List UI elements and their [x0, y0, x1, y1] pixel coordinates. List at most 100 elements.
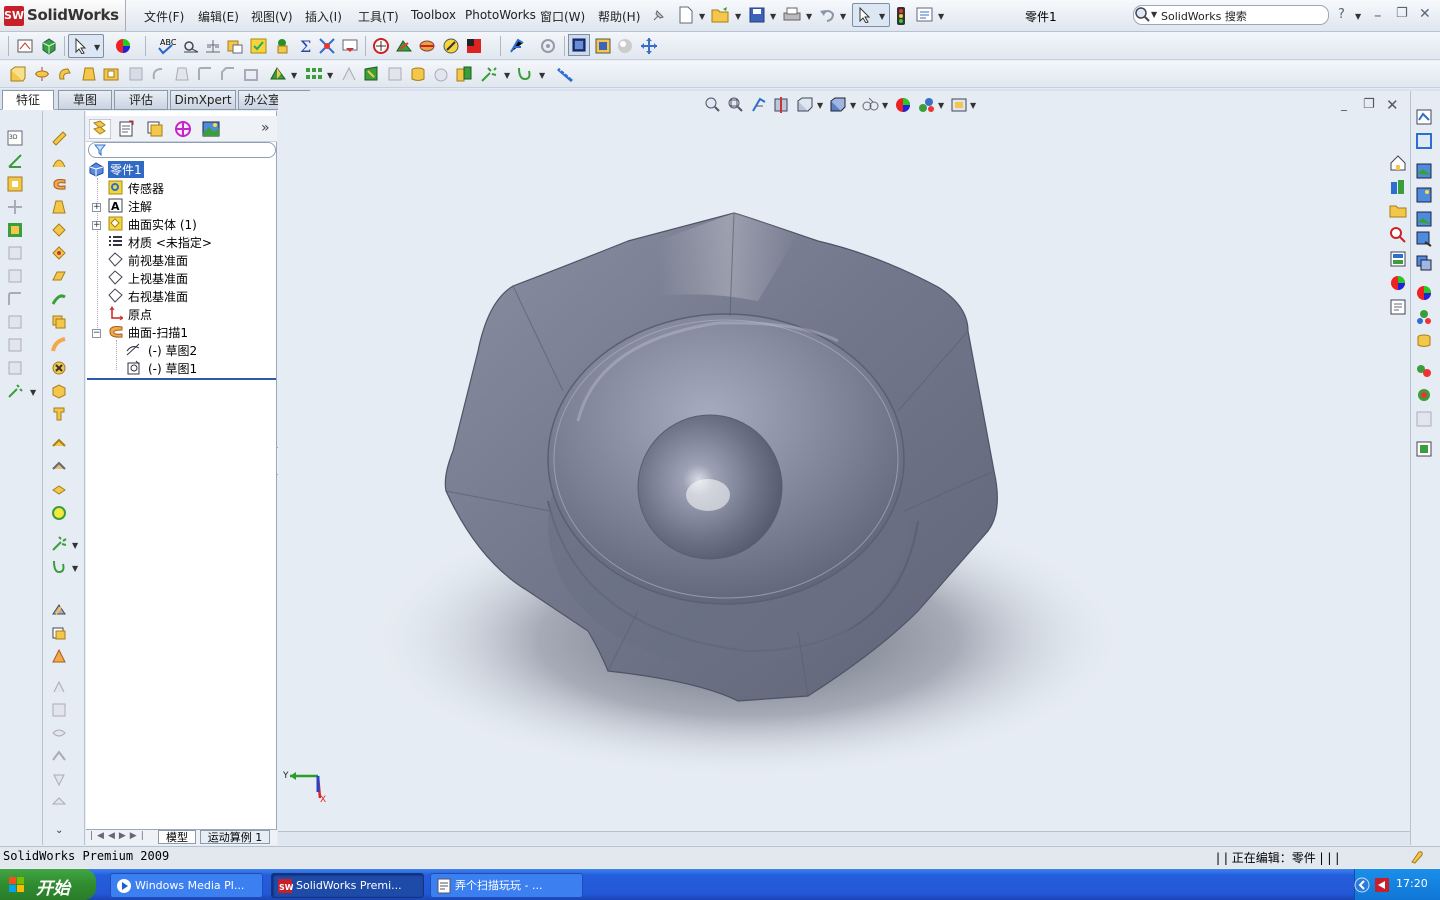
extruded-boss-icon[interactable] [9, 65, 27, 83]
sketch-toolbar-icon[interactable] [16, 37, 34, 55]
help-dropdown-icon[interactable]: ▼ [1355, 12, 1361, 21]
tree-item-right-plane[interactable]: 右视基准面 [128, 288, 188, 305]
tree-item-front-plane[interactable]: 前视基准面 [128, 252, 188, 269]
thickness-analysis-icon[interactable] [442, 37, 460, 55]
start-button[interactable]: 开始 [0, 869, 96, 900]
tree-item-sketch1[interactable]: (-) 草图1 [148, 360, 197, 377]
reference-point-icon[interactable] [7, 383, 23, 399]
import-diagnostics-icon[interactable] [341, 37, 359, 55]
new-document-icon[interactable] [677, 6, 695, 24]
core-icon[interactable] [51, 771, 67, 787]
pattern-dropdown-icon[interactable]: ▼ [327, 71, 333, 80]
tree-item-sketch2[interactable]: (-) 草图2 [148, 342, 197, 359]
rebuild-status-icon[interactable] [1409, 849, 1425, 865]
mold-tools-icon[interactable] [51, 679, 67, 695]
select-filter-button[interactable]: ▼ [68, 34, 104, 58]
planar-surface-icon[interactable] [51, 268, 67, 284]
tree-item-surface-bodies[interactable]: 曲面实体 (1) [128, 216, 197, 233]
trim-icon[interactable] [7, 314, 23, 330]
untrim-surface-icon[interactable] [51, 383, 67, 399]
tray-app-icon[interactable] [1374, 877, 1390, 893]
convert-entities-icon[interactable] [7, 222, 23, 238]
lofted-cut-icon[interactable] [173, 65, 191, 83]
revolved-boss-icon[interactable] [33, 65, 51, 83]
thickened-cut-icon[interactable] [51, 459, 67, 475]
pw-disabled-icon[interactable] [1415, 410, 1433, 428]
open-dropdown-icon[interactable]: ▼ [735, 12, 741, 21]
curves-column-dropdown-icon[interactable]: ▼ [72, 541, 78, 550]
tray-collapse-icon[interactable] [1354, 877, 1370, 893]
boundary-surface-icon[interactable] [51, 222, 67, 238]
help-button[interactable]: ? [1338, 7, 1345, 22]
tree-item-material[interactable]: 材质 <未指定> [128, 234, 212, 251]
extrude-column-icon[interactable] [51, 130, 67, 146]
check-icon[interactable] [250, 37, 268, 55]
loft-column-icon[interactable] [51, 199, 67, 215]
options-dropdown-icon[interactable]: ▼ [938, 12, 944, 21]
extend-icon[interactable] [7, 337, 23, 353]
minimize-button[interactable]: – [1374, 6, 1382, 24]
realview-icon[interactable] [616, 37, 634, 55]
move-entity-icon[interactable] [7, 199, 23, 215]
curves-column-icon[interactable] [51, 536, 67, 552]
offset-surface-icon[interactable] [51, 291, 67, 307]
tab-scroll-arrows-icon[interactable]: |◀◀▶▶| [90, 831, 148, 841]
reference-geometry-icon[interactable] [268, 65, 288, 83]
feature-statistics-icon[interactable] [318, 37, 336, 55]
save-dropdown-icon[interactable]: ▼ [770, 12, 776, 21]
sweep-column-icon[interactable] [51, 176, 67, 192]
pw-scene-icon[interactable] [1415, 254, 1433, 272]
ruled-surface-icon[interactable] [51, 314, 67, 330]
task-browser-post[interactable]: 弄个扫描玩玩 - ... [430, 873, 583, 898]
perspective-icon[interactable] [594, 37, 612, 55]
move-face-icon[interactable] [51, 602, 67, 618]
save-icon[interactable] [748, 6, 766, 24]
helix-column-dropdown-icon[interactable]: ▼ [72, 564, 78, 573]
options-icon[interactable] [916, 7, 934, 23]
tree-item-sensors[interactable]: 传感器 [128, 180, 164, 197]
tab-features[interactable]: 特征 [2, 90, 54, 110]
feature-filter-input[interactable] [88, 142, 276, 158]
tree-item-sweep-surface[interactable]: 曲面-扫描1 [128, 324, 188, 341]
sketch-entity-icon[interactable] [7, 176, 23, 192]
rebuild-traffic-light-icon[interactable] [895, 6, 907, 26]
revolve-column-icon[interactable] [51, 153, 67, 169]
extruded-cut-icon[interactable] [102, 65, 120, 83]
search-dropdown-icon[interactable]: ▼ [1151, 10, 1157, 19]
pw-render-to-file-icon[interactable] [1415, 162, 1433, 180]
menu-toolbox[interactable]: Toolbox [411, 8, 456, 22]
intersect-icon[interactable] [432, 65, 450, 83]
pin-icon[interactable] [650, 8, 666, 24]
shell-icon[interactable] [242, 65, 260, 83]
app-logo[interactable]: SW SolidWorks [0, 0, 126, 31]
tree-item-part-root[interactable]: 零件1 [107, 160, 145, 179]
menu-help[interactable]: 帮助(H) [598, 8, 640, 25]
wrap-icon[interactable] [409, 65, 427, 83]
menu-view[interactable]: 视图(V) [251, 8, 293, 25]
display-manager-tab-icon[interactable] [200, 119, 222, 139]
helix-icon[interactable] [515, 65, 535, 83]
custom-properties-icon[interactable] [1389, 298, 1407, 316]
tab-model[interactable]: 模型 [158, 830, 196, 844]
mass-properties-icon[interactable] [204, 37, 222, 55]
reference-geometry-dropdown-icon[interactable]: ▼ [291, 71, 297, 80]
instant3d-icon[interactable] [539, 37, 557, 55]
spell-check-icon[interactable]: ABC [156, 37, 178, 55]
draft-analysis-icon[interactable] [372, 37, 390, 55]
measure-icon[interactable] [182, 37, 200, 55]
pw-render-area-icon[interactable] [1415, 132, 1433, 150]
rib-icon[interactable] [340, 65, 358, 83]
menu-window[interactable]: 窗口(W) [540, 8, 585, 25]
tree-expander-sweep-surface[interactable]: − [92, 329, 101, 338]
print-icon[interactable] [782, 6, 802, 24]
select-tool-button[interactable]: ▼ [852, 3, 890, 27]
instant3d-ruler-icon[interactable] [556, 65, 576, 83]
undo-dropdown-icon[interactable]: ▼ [840, 12, 846, 21]
task-solidworks[interactable]: SW SolidWorks Premi... [271, 873, 424, 898]
menu-tools[interactable]: 工具(T) [358, 8, 399, 25]
menu-photoworks[interactable]: PhotoWorks [465, 8, 536, 22]
rollback-bar[interactable] [87, 378, 276, 380]
knit-surface-icon[interactable] [51, 406, 67, 422]
chamfer-icon[interactable] [219, 65, 237, 83]
zebra-stripes-icon[interactable] [465, 37, 483, 55]
